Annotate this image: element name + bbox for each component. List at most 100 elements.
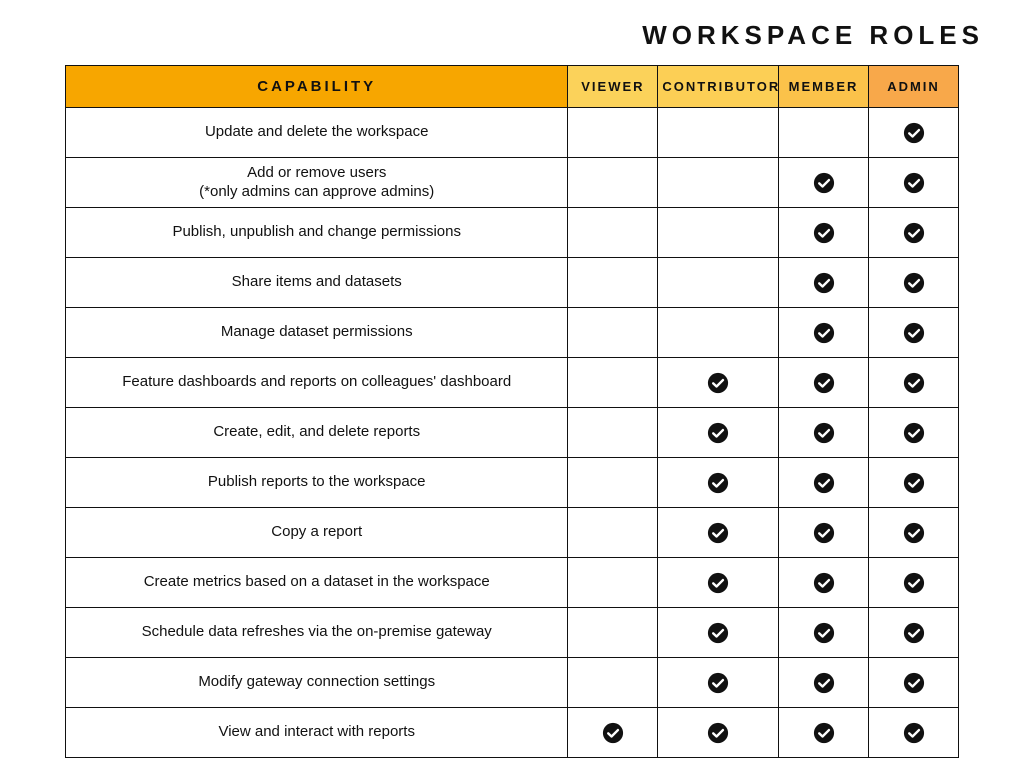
viewer-cell bbox=[568, 208, 658, 258]
check-icon bbox=[813, 322, 835, 344]
table-header-row: CAPABILITY VIEWER CONTRIBUTOR MEMBER ADM… bbox=[66, 66, 959, 108]
member-cell bbox=[779, 358, 869, 408]
table-row: Update and delete the workspace bbox=[66, 108, 959, 158]
roles-table-container: CAPABILITY VIEWER CONTRIBUTOR MEMBER ADM… bbox=[65, 65, 959, 758]
member-cell bbox=[779, 708, 869, 758]
contributor-cell bbox=[658, 558, 779, 608]
check-icon bbox=[813, 522, 835, 544]
member-cell bbox=[779, 208, 869, 258]
check-icon bbox=[813, 472, 835, 494]
check-icon bbox=[903, 422, 925, 444]
check-icon bbox=[813, 572, 835, 594]
admin-cell bbox=[869, 108, 959, 158]
viewer-cell bbox=[568, 158, 658, 208]
contributor-cell bbox=[658, 458, 779, 508]
contributor-cell bbox=[658, 258, 779, 308]
table-row: Share items and datasets bbox=[66, 258, 959, 308]
capability-cell: Manage dataset permissions bbox=[66, 308, 568, 358]
check-icon bbox=[813, 622, 835, 644]
admin-cell bbox=[869, 158, 959, 208]
admin-cell bbox=[869, 458, 959, 508]
check-icon bbox=[903, 672, 925, 694]
member-cell bbox=[779, 158, 869, 208]
check-icon bbox=[707, 522, 729, 544]
check-icon bbox=[707, 572, 729, 594]
check-icon bbox=[903, 322, 925, 344]
table-row: Schedule data refreshes via the on-premi… bbox=[66, 608, 959, 658]
check-icon bbox=[903, 122, 925, 144]
member-cell bbox=[779, 258, 869, 308]
table-row: Create metrics based on a dataset in the… bbox=[66, 558, 959, 608]
capability-cell: Publish, unpublish and change permission… bbox=[66, 208, 568, 258]
check-icon bbox=[707, 672, 729, 694]
check-icon bbox=[903, 622, 925, 644]
check-icon bbox=[813, 722, 835, 744]
admin-cell bbox=[869, 258, 959, 308]
table-row: Manage dataset permissions bbox=[66, 308, 959, 358]
table-row: Modify gateway connection settings bbox=[66, 658, 959, 708]
admin-cell bbox=[869, 658, 959, 708]
admin-cell bbox=[869, 558, 959, 608]
viewer-cell bbox=[568, 358, 658, 408]
member-cell bbox=[779, 108, 869, 158]
check-icon bbox=[903, 222, 925, 244]
admin-cell bbox=[869, 358, 959, 408]
check-icon bbox=[903, 372, 925, 394]
contributor-cell bbox=[658, 658, 779, 708]
capability-cell: Share items and datasets bbox=[66, 258, 568, 308]
member-cell bbox=[779, 508, 869, 558]
admin-cell bbox=[869, 408, 959, 458]
contributor-cell bbox=[658, 158, 779, 208]
page: WORKSPACE ROLES CAPABILITY VIEWER CONTRI… bbox=[0, 0, 1024, 768]
capability-cell: Schedule data refreshes via the on-premi… bbox=[66, 608, 568, 658]
contributor-cell bbox=[658, 508, 779, 558]
member-cell bbox=[779, 558, 869, 608]
admin-cell bbox=[869, 608, 959, 658]
capability-cell: Publish reports to the workspace bbox=[66, 458, 568, 508]
member-cell bbox=[779, 608, 869, 658]
check-icon bbox=[903, 172, 925, 194]
capability-cell: Create, edit, and delete reports bbox=[66, 408, 568, 458]
viewer-cell bbox=[568, 558, 658, 608]
contributor-cell bbox=[658, 108, 779, 158]
check-icon bbox=[813, 272, 835, 294]
table-row: Feature dashboards and reports on collea… bbox=[66, 358, 959, 408]
capability-cell: Modify gateway connection settings bbox=[66, 658, 568, 708]
admin-cell bbox=[869, 708, 959, 758]
contributor-cell bbox=[658, 208, 779, 258]
member-cell bbox=[779, 308, 869, 358]
check-icon bbox=[903, 572, 925, 594]
member-cell bbox=[779, 408, 869, 458]
contributor-cell bbox=[658, 708, 779, 758]
viewer-cell bbox=[568, 608, 658, 658]
check-icon bbox=[813, 672, 835, 694]
viewer-cell bbox=[568, 408, 658, 458]
capability-cell: Feature dashboards and reports on collea… bbox=[66, 358, 568, 408]
table-row: Copy a report bbox=[66, 508, 959, 558]
capability-cell: Copy a report bbox=[66, 508, 568, 558]
col-admin: ADMIN bbox=[869, 66, 959, 108]
viewer-cell bbox=[568, 708, 658, 758]
check-icon bbox=[903, 472, 925, 494]
col-capability: CAPABILITY bbox=[66, 66, 568, 108]
member-cell bbox=[779, 658, 869, 708]
check-icon bbox=[707, 372, 729, 394]
table-row: Add or remove users(*only admins can app… bbox=[66, 158, 959, 208]
page-title: WORKSPACE ROLES bbox=[642, 20, 984, 51]
viewer-cell bbox=[568, 658, 658, 708]
table-row: Publish, unpublish and change permission… bbox=[66, 208, 959, 258]
admin-cell bbox=[869, 508, 959, 558]
col-member: MEMBER bbox=[779, 66, 869, 108]
col-contributor: CONTRIBUTOR bbox=[658, 66, 779, 108]
check-icon bbox=[903, 522, 925, 544]
viewer-cell bbox=[568, 108, 658, 158]
viewer-cell bbox=[568, 308, 658, 358]
viewer-cell bbox=[568, 458, 658, 508]
viewer-cell bbox=[568, 258, 658, 308]
capability-cell: Add or remove users(*only admins can app… bbox=[66, 158, 568, 208]
admin-cell bbox=[869, 208, 959, 258]
admin-cell bbox=[869, 308, 959, 358]
roles-table: CAPABILITY VIEWER CONTRIBUTOR MEMBER ADM… bbox=[65, 65, 959, 758]
table-row: Publish reports to the workspace bbox=[66, 458, 959, 508]
table-row: View and interact with reports bbox=[66, 708, 959, 758]
